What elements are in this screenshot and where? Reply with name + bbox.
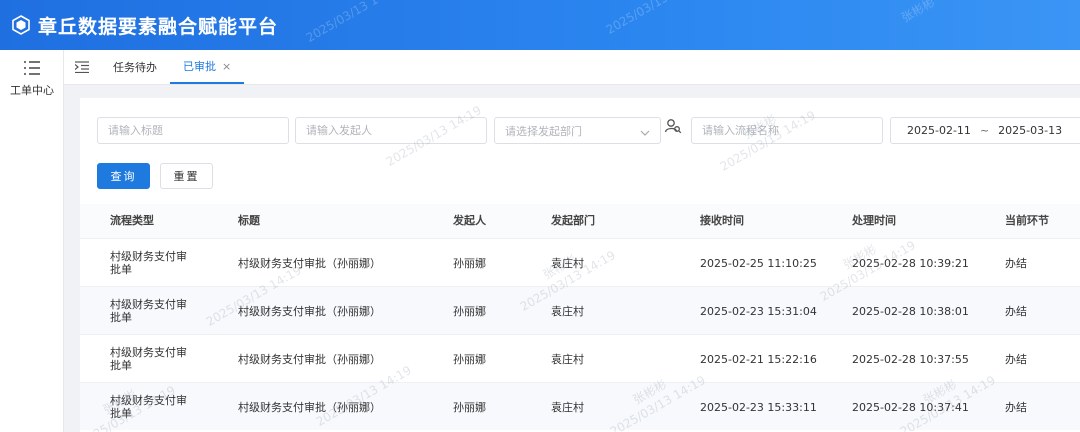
table-row[interactable]: 村级财务支付审批单 村级财务支付审批（孙丽娜） 孙丽娜 袁庄村 2025-02-… — [80, 286, 1080, 334]
column-header: 处理时间 — [852, 214, 896, 227]
cell-type: 村级财务支付审批单 — [110, 346, 187, 372]
sidebar-item-label: 工单中心 — [10, 84, 54, 97]
date-range-picker[interactable]: 2025-02-11 ~ 2025-03-13 — [890, 117, 1080, 144]
list-icon — [22, 58, 42, 78]
date-separator: ~ — [979, 124, 990, 137]
tab-label: 已审批 — [183, 60, 216, 73]
cell-received: 2025-02-23 15:31:04 — [700, 304, 817, 318]
watermark: 2025/03/13 14:19 — [603, 0, 704, 37]
cell-initiator: 孙丽娜 — [453, 257, 486, 270]
column-header: 流程类型 — [110, 214, 154, 227]
cell-received: 2025-02-23 15:33:11 — [700, 400, 817, 414]
cell-type: 村级财务支付审批单 — [110, 298, 187, 324]
cell-initiator: 孙丽娜 — [453, 401, 486, 414]
cell-processed: 2025-02-28 10:37:41 — [852, 400, 969, 414]
query-button[interactable]: 查询 — [97, 163, 150, 189]
cell-processed: 2025-02-28 10:37:55 — [852, 352, 969, 366]
table-row[interactable]: 村级财务支付审批单 村级财务支付审批（孙丽娜） 孙丽娜 袁庄村 2025-02-… — [80, 382, 1080, 430]
tab-bar: 任务待办 已审批 × — [64, 50, 1080, 85]
tab-label: 任务待办 — [113, 61, 157, 74]
column-header: 接收时间 — [700, 214, 744, 227]
tab-approved[interactable]: 已审批 × — [170, 50, 245, 84]
watermark: 张彬彬 — [898, 0, 938, 26]
cell-title: 村级财务支付审批（孙丽娜） — [238, 305, 381, 318]
indent-icon — [74, 58, 89, 77]
column-header: 标题 — [238, 214, 260, 227]
main-panel: 请选择发起部门 2025-02-11 ~ 2025-03-13 查询 重置 流程… — [80, 98, 1080, 432]
title-search-input[interactable] — [97, 117, 289, 144]
logo-icon — [10, 14, 32, 36]
cell-title: 村级财务支付审批（孙丽娜） — [238, 257, 381, 270]
table-row[interactable]: 村级财务支付审批单 村级财务支付审批（孙丽娜） 孙丽娜 袁庄村 2025-02-… — [80, 334, 1080, 382]
close-icon[interactable]: × — [222, 60, 231, 73]
date-end: 2025-03-13 — [998, 124, 1063, 137]
table-header: 流程类型 标题 发起人 发起部门 接收时间 处理时间 当前环节 — [80, 204, 1080, 238]
cell-department: 袁庄村 — [551, 257, 584, 270]
chevron-down-icon — [640, 121, 650, 140]
cell-initiator: 孙丽娜 — [453, 353, 486, 366]
app-title: 章丘数据要素融合赋能平台 — [38, 15, 279, 38]
cell-initiator: 孙丽娜 — [453, 305, 486, 318]
table-row[interactable]: 村级财务支付审批单 村级财务支付审批（孙丽娜） 孙丽娜 袁庄村 2025-02-… — [80, 238, 1080, 286]
cell-title: 村级财务支付审批（孙丽娜） — [238, 353, 381, 366]
process-name-input[interactable] — [691, 117, 883, 144]
sidebar: 工单中心 — [0, 50, 64, 432]
cell-processed: 2025-02-28 10:38:01 — [852, 304, 969, 318]
sidebar-item-work-order-center[interactable]: 工单中心 — [0, 58, 64, 104]
cell-stage: 办结 — [1005, 401, 1027, 414]
app-header: 章丘数据要素融合赋能平台 2025/03/13 14:19 2025/03/13… — [0, 0, 1080, 50]
cell-received: 2025-02-25 11:10:25 — [700, 256, 817, 270]
watermark: 2025/03/13 14:19 — [303, 0, 404, 45]
cell-type: 村级财务支付审批单 — [110, 250, 187, 276]
collapse-sidebar-button[interactable] — [64, 50, 100, 84]
date-start: 2025-02-11 — [907, 124, 971, 137]
cell-stage: 办结 — [1005, 305, 1027, 318]
initiator-search-input[interactable] — [295, 117, 487, 144]
cell-type: 村级财务支付审批单 — [110, 394, 187, 420]
reset-button[interactable]: 重置 — [160, 163, 213, 189]
department-select-placeholder: 请选择发起部门 — [505, 124, 582, 138]
column-header: 发起部门 — [551, 214, 595, 227]
cell-stage: 办结 — [1005, 257, 1027, 270]
department-select[interactable]: 请选择发起部门 — [494, 117, 661, 144]
column-header: 发起人 — [453, 214, 486, 227]
user-search-icon[interactable] — [664, 117, 684, 137]
cell-department: 袁庄村 — [551, 353, 584, 366]
cell-received: 2025-02-21 15:22:16 — [700, 352, 817, 366]
column-header: 当前环节 — [1005, 214, 1049, 227]
cell-department: 袁庄村 — [551, 401, 584, 414]
tab-tasks-todo[interactable]: 任务待办 — [100, 50, 170, 84]
cell-stage: 办结 — [1005, 353, 1027, 366]
cell-processed: 2025-02-28 10:39:21 — [852, 256, 969, 270]
cell-department: 袁庄村 — [551, 305, 584, 318]
cell-title: 村级财务支付审批（孙丽娜） — [238, 401, 381, 414]
